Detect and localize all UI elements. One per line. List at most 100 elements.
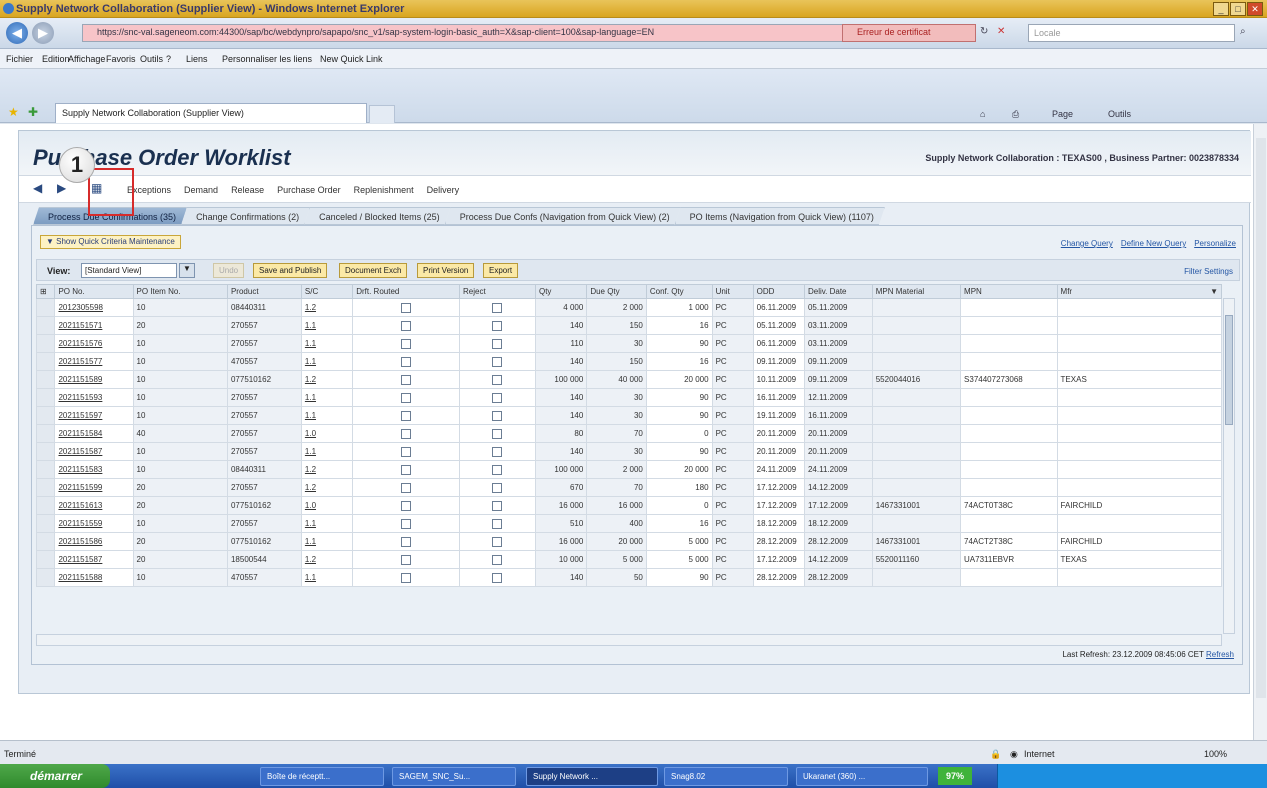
row-selector[interactable] [35,496,56,515]
col-reject[interactable]: Reject [459,284,536,299]
col-due-qty[interactable]: Due Qty [586,284,647,299]
draft-routed-checkbox[interactable] [401,500,412,511]
row-selector[interactable] [35,370,56,389]
cell-po-no[interactable]: 2021151559 [54,514,134,533]
quick-criteria-button[interactable]: ▼ Show Quick Criteria Maintenance [40,235,181,249]
maximize-icon[interactable]: □ [1230,2,1246,16]
print-version-button[interactable]: Print Version [417,263,475,278]
cell-po-no[interactable]: 2021151588 [54,568,134,587]
table-row[interactable]: 2021151599 20 270557 1.2 670 70 180 PC 17.12.200… [35,478,1223,497]
tab-po-items-quick-view[interactable]: PO Items (Navigation from Quick View) (1… [675,207,885,225]
draft-routed-checkbox[interactable] [401,482,412,493]
cell-sc[interactable]: 1.0 [300,424,354,443]
row-selector[interactable] [35,442,56,461]
filter-settings-link[interactable]: Filter Settings [1184,267,1233,276]
task-mail[interactable]: Boîte de réceptt... [260,767,384,786]
new-tab-button[interactable] [369,105,395,123]
cell-odd[interactable]: 06.11.2009 [752,298,805,317]
cell-sc[interactable]: 1.1 [300,532,354,551]
export-button[interactable]: Export [483,263,519,278]
row-selector[interactable] [35,388,56,407]
chevron-down-icon[interactable]: ▼ [179,263,195,278]
reject-checkbox[interactable] [492,374,503,385]
col-po-no[interactable]: PO No. [54,284,134,299]
cell-sc[interactable]: 1.1 [300,316,354,335]
menu-favorites[interactable]: Favoris [106,54,136,64]
row-selector[interactable] [35,478,56,497]
cell-sc[interactable]: 1.2 [300,478,354,497]
cell-conf-qty[interactable]: 20 000 [645,460,713,479]
browser-tab[interactable]: Supply Network Collaboration (Supplier V… [55,103,367,123]
cell-po-no[interactable]: 2021151584 [54,424,134,443]
draft-routed-checkbox[interactable] [401,302,412,313]
cell-conf-qty[interactable]: 90 [645,568,713,587]
back-icon[interactable]: ◀ [33,181,42,195]
cell-conf-qty[interactable]: 1 000 [645,298,713,317]
select-all-icon[interactable]: ⊞ [35,284,56,299]
cell-po-no[interactable]: 2021151589 [54,370,134,389]
reject-checkbox[interactable] [492,338,503,349]
col-deliv-date[interactable]: Deliv. Date [803,284,873,299]
page-menu[interactable]: Page [1052,109,1073,119]
forward-arrow-icon[interactable]: ▶ [32,22,54,44]
undo-button[interactable]: Undo [213,263,245,278]
table-row[interactable]: 2021151589 10 077510162 1.2 100 000 40 000 20 … [35,370,1223,389]
nav-release[interactable]: Release [231,185,264,195]
cell-sc[interactable]: 1.2 [300,460,354,479]
cell-odd[interactable]: 28.12.2009 [752,568,805,587]
draft-routed-checkbox[interactable] [401,536,412,547]
reject-checkbox[interactable] [492,554,503,565]
col-po-item[interactable]: PO Item No. [132,284,228,299]
table-row[interactable]: 2021151587 10 270557 1.1 140 30 90 PC 20.11.2009… [35,442,1223,461]
cell-sc[interactable]: 1.1 [300,442,354,461]
cell-po-no[interactable]: 2021151576 [54,334,134,353]
draft-routed-checkbox[interactable] [401,320,412,331]
reject-checkbox[interactable] [492,464,503,475]
reject-checkbox[interactable] [492,428,503,439]
row-selector[interactable] [35,352,56,371]
cell-sc[interactable]: 1.1 [300,568,354,587]
reject-checkbox[interactable] [492,356,503,367]
cell-po-no[interactable]: 2012305598 [54,298,134,317]
row-selector[interactable] [35,460,56,479]
col-product[interactable]: Product [226,284,302,299]
view-select[interactable]: [Standard View] [81,263,177,278]
cell-po-no[interactable]: 2021151613 [54,496,134,515]
change-query-link[interactable]: Change Query [1061,239,1113,248]
cell-odd[interactable]: 05.11.2009 [752,316,805,335]
cell-sc[interactable]: 1.1 [300,514,354,533]
reject-checkbox[interactable] [492,446,503,457]
reject-checkbox[interactable] [492,392,503,403]
cell-sc[interactable]: 1.2 [300,298,354,317]
search-icon[interactable]: ⌕ [1240,26,1246,37]
col-conf-qty[interactable]: Conf. Qty [645,284,713,299]
start-button[interactable]: démarrer [0,764,110,788]
cell-conf-qty[interactable]: 5 000 [645,550,713,569]
cell-conf-qty[interactable]: 0 [645,424,713,443]
fav-link-quick[interactable]: New Quick Link [320,54,383,64]
cell-po-no[interactable]: 2021151587 [54,550,134,569]
zoom-level[interactable]: 100% [1204,749,1227,759]
reject-checkbox[interactable] [492,320,503,331]
reject-checkbox[interactable] [492,536,503,547]
row-selector[interactable] [35,514,56,533]
table-row[interactable]: 2021151571 20 270557 1.1 140 150 16 PC 05.11.200… [35,316,1223,335]
cell-sc[interactable]: 1.0 [300,496,354,515]
cell-conf-qty[interactable]: 16 [645,316,713,335]
col-mpn[interactable]: MPN [960,284,1058,299]
tab-process-due-quick-view[interactable]: Process Due Confs (Navigation from Quick… [445,207,681,225]
stop-icon[interactable]: ✕ [997,26,1005,37]
table-vertical-scrollbar[interactable] [1223,298,1235,634]
table-row[interactable]: 2012305598 10 08440311 1.2 4 000 2 000 1 000 PC… [35,298,1223,317]
page-scrollbar[interactable] [1253,124,1267,740]
refresh-icon[interactable]: ↻ [980,26,988,37]
nav-demand[interactable]: Demand [184,185,218,195]
cell-conf-qty[interactable]: 90 [645,334,713,353]
reject-checkbox[interactable] [492,482,503,493]
cell-conf-qty[interactable]: 20 000 [645,370,713,389]
refresh-link[interactable]: Refresh [1206,650,1234,659]
task-ukaranet[interactable]: Ukaranet (360) ... [796,767,928,786]
cell-sc[interactable]: 1.1 [300,388,354,407]
draft-routed-checkbox[interactable] [401,464,412,475]
menu-edit[interactable]: Edition [42,54,70,64]
